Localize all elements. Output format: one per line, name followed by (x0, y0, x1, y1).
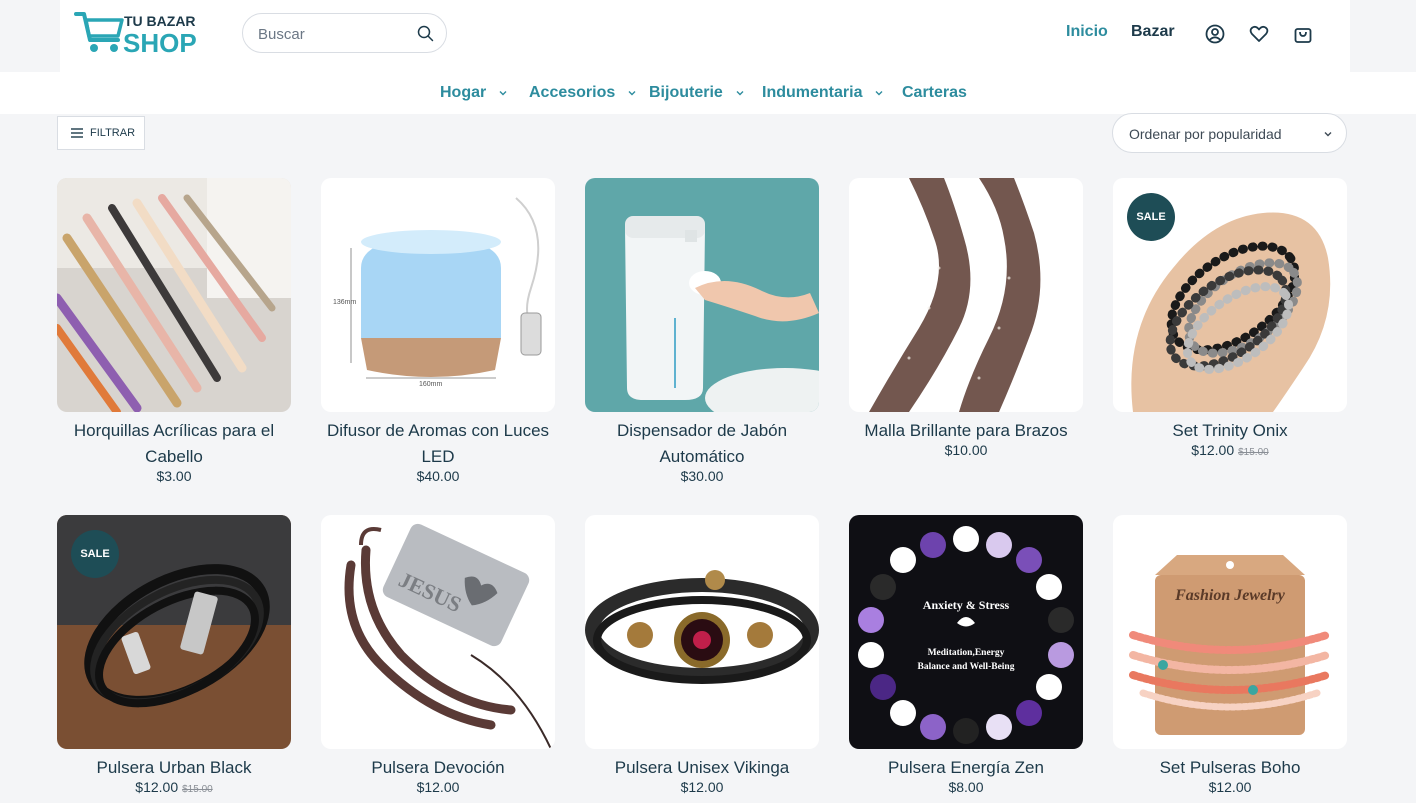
image-caption-line: Balance and Well-Being (918, 662, 1015, 672)
nav-bazar[interactable]: Bazar (1131, 23, 1175, 41)
product-image[interactable]: Anxiety & Stress Meditation,Energy Balan… (849, 515, 1083, 749)
price-current: $12.00 (1191, 442, 1235, 458)
category-hogar[interactable]: Hogar (440, 84, 508, 102)
price-old: $15.00 (182, 784, 213, 795)
price-current: $10.00 (944, 442, 988, 458)
product-image[interactable] (585, 178, 819, 412)
cart-bag-icon[interactable] (1292, 23, 1314, 45)
product-name[interactable]: Horquillas Acrílicas para el Cabello (57, 418, 291, 470)
product-name[interactable]: Pulsera Energía Zen (849, 755, 1083, 781)
logo-text-bottom: SHOP (123, 28, 197, 56)
price-current: $12.00 (680, 779, 724, 795)
price-current: $30.00 (680, 468, 724, 484)
sale-badge: SALE (1127, 193, 1175, 241)
product-price: $10.00 (849, 442, 1083, 458)
product-name[interactable]: Dispensador de Jabón Automático (585, 418, 819, 470)
packaging-label: Fashion Jewelry (1174, 587, 1286, 604)
search-input[interactable] (258, 23, 408, 45)
product-price: $30.00 (585, 468, 819, 484)
image-caption-line: Meditation,Energy (928, 648, 1005, 658)
nav-inicio[interactable]: Inicio (1066, 23, 1108, 41)
category-bijouterie[interactable]: Bijouterie (649, 84, 745, 102)
product-image[interactable] (849, 178, 1083, 412)
price-current: $8.00 (948, 779, 984, 795)
image-caption-title: Anxiety & Stress (923, 598, 1010, 612)
product-name[interactable]: Malla Brillante para Brazos (849, 418, 1083, 444)
product-image[interactable] (57, 178, 291, 412)
product-name[interactable]: Set Pulseras Boho (1113, 755, 1347, 781)
product-price: $12.00 (1113, 779, 1347, 795)
product-image[interactable] (585, 515, 819, 749)
product-price: $8.00 (849, 779, 1083, 795)
price-current: $3.00 (156, 468, 192, 484)
product-image[interactable]: Fashion Jewelry (1113, 515, 1347, 749)
product-name[interactable]: Pulsera Unisex Vikinga (585, 755, 819, 781)
logo-text-top: TU BAZAR (124, 13, 196, 29)
category-indumentaria[interactable]: Indumentaria (762, 84, 884, 102)
sort-label: Ordenar por popularidad (1129, 126, 1282, 142)
chevron-down-icon (499, 91, 507, 96)
category-label: Bijouterie (649, 84, 723, 101)
product-image[interactable]: 136mm 160mm (321, 178, 555, 412)
category-nav: Hogar Accesorios Bijouterie Indumentaria… (0, 72, 1416, 114)
price-current: $12.00 (416, 779, 460, 795)
product-price: $12.00 $15.00 (57, 779, 291, 795)
product-image[interactable]: SALE (57, 515, 291, 749)
site-logo[interactable]: TU BAZAR SHOP (74, 10, 206, 58)
filter-label: FILTRAR (90, 127, 136, 139)
search-icon[interactable] (417, 25, 434, 42)
chevron-down-icon (1324, 132, 1332, 137)
product-name[interactable]: Pulsera Urban Black (57, 755, 291, 781)
product-price: $12.00 (585, 779, 819, 795)
wishlist-heart-icon[interactable] (1248, 23, 1270, 45)
category-carteras[interactable]: Carteras (902, 84, 967, 102)
search-box (242, 13, 447, 53)
sort-select[interactable]: Ordenar por popularidad (1112, 113, 1347, 153)
category-accesorios[interactable]: Accesorios (529, 84, 637, 102)
product-price: $40.00 (321, 468, 555, 484)
menu-lines-icon (71, 128, 83, 138)
category-label: Carteras (902, 84, 967, 101)
product-price: $12.00 $15.00 (1113, 442, 1347, 458)
dimension-height: 136mm (333, 299, 357, 306)
price-current: $12.00 (135, 779, 179, 795)
chevron-down-icon (875, 91, 883, 96)
product-name[interactable]: Difusor de Aromas con Luces LED (321, 418, 555, 470)
dimension-width: 160mm (419, 381, 443, 388)
product-image[interactable]: JESUS (321, 515, 555, 749)
product-name[interactable]: Set Trinity Onix (1113, 418, 1347, 444)
chevron-down-icon (736, 91, 744, 96)
filter-button[interactable]: FILTRAR (57, 116, 145, 150)
chevron-down-icon (628, 91, 636, 96)
product-image[interactable]: SALE (1113, 178, 1347, 412)
account-icon[interactable] (1204, 23, 1226, 45)
price-current: $12.00 (1208, 779, 1252, 795)
category-label: Indumentaria (762, 84, 863, 101)
category-label: Accesorios (529, 84, 616, 101)
category-label: Hogar (440, 84, 487, 101)
product-price: $12.00 (321, 779, 555, 795)
price-current: $40.00 (416, 468, 460, 484)
price-old: $15.00 (1238, 447, 1269, 458)
sale-badge: SALE (71, 530, 119, 578)
product-price: $3.00 (57, 468, 291, 484)
product-name[interactable]: Pulsera Devoción (321, 755, 555, 781)
